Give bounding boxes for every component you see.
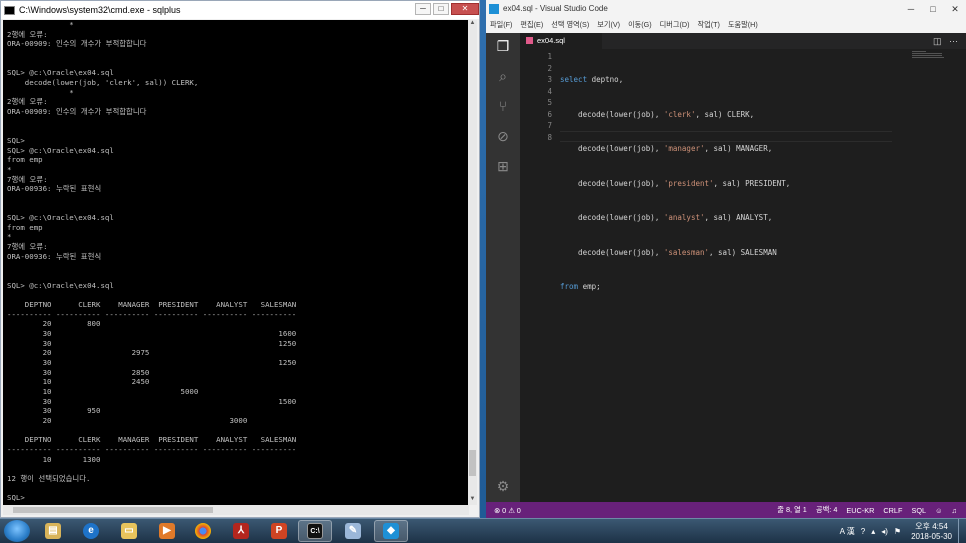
tab-ex04-sql[interactable]: ex04.sql xyxy=(520,33,602,49)
extensions-icon[interactable]: ⊞ xyxy=(494,157,512,175)
taskbar-paint-icon[interactable]: ✎ xyxy=(336,520,370,542)
code-editor[interactable]: 1 2 3 4 5 6 7 8 select deptno, decode(lo… xyxy=(520,49,966,502)
line-number: 4 xyxy=(547,86,552,96)
code-text[interactable]: select deptno, decode(lower(job), 'clerk… xyxy=(560,51,790,350)
taskbar-explorer-icon[interactable]: ▤ xyxy=(36,520,70,542)
show-desktop-button[interactable] xyxy=(958,519,966,543)
menu-help[interactable]: 도움말(H) xyxy=(728,20,758,30)
line-number: 5 xyxy=(547,98,552,107)
network-icon[interactable]: ▴ xyxy=(871,527,875,536)
menu-file[interactable]: 파일(F) xyxy=(490,20,512,30)
scroll-down-icon[interactable]: ▼ xyxy=(468,496,477,505)
tab-label: ex04.sql xyxy=(537,36,565,45)
cursor-position[interactable]: 줄 8, 열 1 xyxy=(777,505,807,515)
cmd-window[interactable]: C:\Windows\system32\cmd.exe - sqlplus ─ … xyxy=(0,0,480,518)
taskbar-ie-icon[interactable]: e xyxy=(74,520,108,542)
code-line-2: decode(lower(job), 'clerk', sal) CLERK, xyxy=(560,109,755,119)
code-line-6: decode(lower(job), 'salesman', sal) SALE… xyxy=(560,247,777,257)
console-text: * 2행에 오류: ORA-00909: 인수의 개수가 부적합합니다 SQL>… xyxy=(7,20,297,503)
menu-debug[interactable]: 디버그(D) xyxy=(660,20,690,30)
clock-time: 오후 4:54 xyxy=(915,521,948,531)
cmd-icon xyxy=(4,5,15,15)
menu-selection[interactable]: 선택 영역(S) xyxy=(551,20,589,30)
more-actions-icon[interactable]: ⋯ xyxy=(949,36,958,46)
minimize-button[interactable]: ─ xyxy=(415,3,431,15)
help-icon[interactable]: ? xyxy=(861,527,865,536)
encoding[interactable]: EUC-KR xyxy=(846,506,874,515)
taskbar-powerpoint-icon[interactable]: P xyxy=(262,520,296,542)
line-number-gutter: 1 2 3 4 5 6 7 8 xyxy=(520,51,552,143)
taskbar-media-player-icon[interactable]: ▶ xyxy=(150,520,184,542)
taskbar-cmd-icon[interactable]: C:\ xyxy=(298,520,332,542)
desktop: C:\Windows\system32\cmd.exe - sqlplus ─ … xyxy=(0,0,966,543)
split-editor-icon[interactable]: ◫ xyxy=(933,36,942,46)
menu-bar: 파일(F) 편집(E) 선택 영역(S) 보기(V) 이동(G) 디버그(D) … xyxy=(486,17,966,33)
source-control-icon[interactable]: ⑂ xyxy=(494,97,512,115)
clock-date: 2018-05-30 xyxy=(911,531,952,541)
vscode-window[interactable]: ex04.sql - Visual Studio Code ─ □ ✕ 파일(F… xyxy=(486,0,966,518)
taskbar-vscode-icon[interactable]: ◆ xyxy=(374,520,408,542)
maximize-button[interactable]: □ xyxy=(433,3,449,15)
code-line-4: decode(lower(job), 'president', sal) PRE… xyxy=(560,178,791,188)
vscode-title: ex04.sql - Visual Studio Code xyxy=(503,4,608,13)
vscode-titlebar[interactable]: ex04.sql - Visual Studio Code ─ □ ✕ xyxy=(486,0,966,17)
vscode-logo-icon xyxy=(489,3,499,14)
search-icon[interactable]: ⌕ xyxy=(494,67,512,85)
activity-bar: ❐ ⌕ ⑂ ⊘ ⊞ ⚙ xyxy=(486,33,520,502)
flag-icon[interactable]: ⚑ xyxy=(894,527,901,536)
code-line-7: from emp; xyxy=(560,282,601,291)
cmd-title: C:\Windows\system32\cmd.exe - sqlplus xyxy=(19,5,181,15)
minimize-button[interactable]: ─ xyxy=(900,2,922,16)
code-line-3: decode(lower(job), 'manager', sal) MANAG… xyxy=(560,144,773,153)
system-tray: A 漢 ? ▴ ◂) ⚑ 오후 4:54 2018-05-30 xyxy=(840,519,966,543)
feedback-smiley-icon[interactable]: ☺ xyxy=(935,506,942,515)
menu-go[interactable]: 이동(G) xyxy=(628,20,652,30)
scroll-thumb[interactable] xyxy=(469,450,476,476)
explorer-icon[interactable]: ❐ xyxy=(494,37,512,55)
sql-file-icon xyxy=(526,37,533,44)
taskbar-folder-icon[interactable]: ▭ xyxy=(112,520,146,542)
taskbar: ▤ e ▭ ▶ ⅄ P C:\ ✎ ◆ A 漢 ? ▴ ◂) ⚑ 오후 4:54… xyxy=(0,518,966,543)
line-number: 3 xyxy=(547,75,552,84)
indentation[interactable]: 공백: 4 xyxy=(816,505,838,515)
clock[interactable]: 오후 4:54 2018-05-30 xyxy=(911,522,952,542)
settings-gear-icon[interactable]: ⚙ xyxy=(494,477,512,495)
line-number: 2 xyxy=(547,63,552,73)
tab-bar: ex04.sql ◫ ⋯ xyxy=(520,33,966,49)
console-output[interactable]: * 2행에 오류: ORA-00909: 인수의 개수가 부적합합니다 SQL>… xyxy=(3,20,469,505)
code-line-1: select deptno, xyxy=(560,75,624,84)
line-number: 7 xyxy=(547,121,552,130)
problems-indicator[interactable]: ⊗ 0 ⚠ 0 xyxy=(494,506,521,515)
code-line-5: decode(lower(job), 'analyst', sal) ANALY… xyxy=(560,213,773,222)
editor-actions: ◫ ⋯ xyxy=(933,33,958,49)
start-button[interactable] xyxy=(4,520,30,542)
maximize-button[interactable]: □ xyxy=(922,2,944,16)
end-of-line[interactable]: CRLF xyxy=(883,506,902,515)
status-bar: ⊗ 0 ⚠ 0 줄 8, 열 1 공백: 4 EUC-KR CRLF SQL ☺… xyxy=(486,502,966,518)
hscroll-thumb[interactable] xyxy=(13,507,213,513)
notifications-bell-icon[interactable]: ♫ xyxy=(952,506,957,515)
debug-icon[interactable]: ⊘ xyxy=(494,127,512,145)
taskbar-pdf-icon[interactable]: ⅄ xyxy=(224,520,258,542)
close-button[interactable]: ✕ xyxy=(451,3,479,15)
volume-icon[interactable]: ◂) xyxy=(881,527,888,536)
horizontal-scrollbar[interactable] xyxy=(3,505,469,515)
menu-tasks[interactable]: 작업(T) xyxy=(698,20,720,30)
ime-indicator[interactable]: A 漢 xyxy=(840,526,855,537)
minimap[interactable] xyxy=(912,51,946,61)
line-number: 8 xyxy=(547,132,552,142)
language-mode[interactable]: SQL xyxy=(911,506,926,515)
taskbar-chrome-icon[interactable] xyxy=(186,520,220,542)
line-number: 6 xyxy=(547,109,552,119)
cmd-titlebar[interactable]: C:\Windows\system32\cmd.exe - sqlplus ─ … xyxy=(1,1,479,19)
menu-view[interactable]: 보기(V) xyxy=(597,20,620,30)
vertical-scrollbar[interactable]: ▲ ▼ xyxy=(468,20,477,505)
menu-edit[interactable]: 편집(E) xyxy=(520,20,543,30)
scroll-up-icon[interactable]: ▲ xyxy=(468,20,477,29)
close-button[interactable]: ✕ xyxy=(944,2,966,16)
line-number: 1 xyxy=(547,52,552,61)
